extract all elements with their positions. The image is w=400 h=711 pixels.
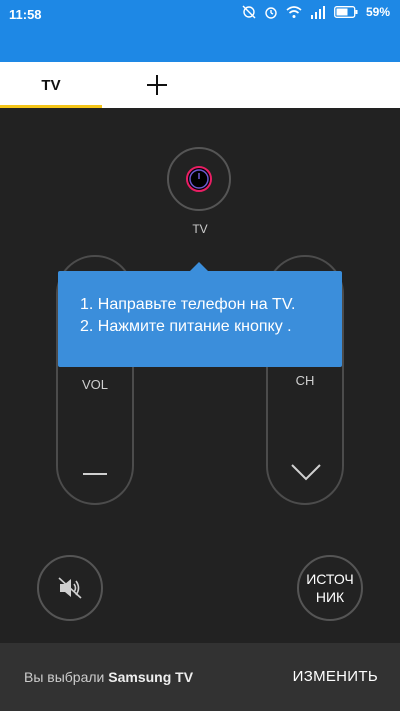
volume-down-icon[interactable] — [83, 473, 107, 475]
status-time: 11:58 — [9, 7, 42, 22]
tab-indicator — [0, 105, 102, 108]
app-bar — [0, 30, 400, 62]
snackbar-message: Вы выбрали Samsung TV — [24, 669, 193, 685]
channel-label: CH — [295, 373, 315, 388]
source-button[interactable]: ИСТОЧ НИК — [297, 555, 363, 621]
channel-down-icon[interactable] — [290, 463, 322, 481]
change-device-button[interactable]: ИЗМЕНИТЬ — [293, 668, 378, 685]
power-icon — [186, 166, 212, 192]
power-label: TV — [192, 222, 208, 236]
add-device-icon[interactable] — [142, 70, 172, 100]
mute-icon — [58, 577, 82, 599]
alarm-icon — [265, 7, 277, 19]
battery-percent: 59% — [365, 5, 390, 19]
status-bar: 11:58 59% — [0, 0, 400, 30]
power-button[interactable] — [167, 147, 231, 211]
source-label: ИСТОЧ НИК — [305, 570, 355, 606]
signal-icon — [310, 5, 325, 19]
tab-tv[interactable]: TV — [0, 62, 102, 108]
wifi-icon — [286, 6, 302, 18]
snackbar-prefix: Вы выбрали — [24, 669, 105, 685]
source-label-line1: ИСТОЧ — [306, 571, 354, 587]
tooltip-line-1: 1. Направьте телефон на TV. — [80, 296, 296, 313]
source-label-line2: НИК — [315, 589, 345, 605]
alarm-off-icon — [242, 5, 256, 19]
instruction-tooltip: 1. Направьте телефон на TV. 2. Нажмите п… — [58, 262, 342, 367]
volume-label: VOL — [81, 377, 108, 392]
snackbar-device: Samsung TV — [108, 669, 194, 685]
battery-icon — [334, 6, 358, 18]
status-icons: 59% — [242, 5, 390, 19]
mute-button[interactable] — [37, 555, 103, 621]
device-snackbar: Вы выбрали Samsung TV ИЗМЕНИТЬ — [0, 643, 400, 711]
device-tabs: TV — [0, 62, 400, 108]
tooltip-line-2: 2. Нажмите питание кнопку . — [80, 318, 292, 335]
